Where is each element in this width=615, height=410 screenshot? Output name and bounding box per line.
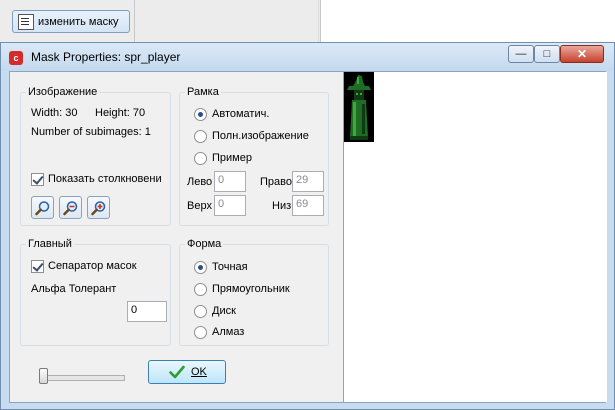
shape-disk-label[interactable]: Диск bbox=[212, 305, 236, 317]
dialog-client-area: Изображение Width: 30 Height: 70 Number … bbox=[9, 71, 607, 403]
bbox-top-field[interactable]: 0 bbox=[214, 195, 246, 216]
modify-mask-label: изменить маску bbox=[38, 15, 119, 28]
shape-rectangle-radio[interactable] bbox=[194, 283, 207, 296]
show-collision-checkbox[interactable] bbox=[31, 173, 44, 186]
subimages-count-text: Number of subimages: 1 bbox=[31, 126, 151, 138]
bbox-right-field[interactable]: 29 bbox=[292, 171, 324, 192]
image-width-text: Width: 30 bbox=[31, 107, 78, 119]
separate-masks-label[interactable]: Сепаратор масок bbox=[48, 260, 137, 272]
zoom-in-button[interactable] bbox=[87, 196, 110, 219]
maximize-button[interactable]: □ bbox=[534, 45, 560, 63]
bbox-top-label: Верх bbox=[187, 200, 212, 212]
ok-button-label: OK bbox=[191, 366, 207, 378]
window-title: Mask Properties: spr_player bbox=[31, 50, 181, 64]
close-icon: ✕ bbox=[576, 47, 588, 61]
background-panel bbox=[320, 0, 615, 44]
image-group-title: Изображение bbox=[26, 86, 100, 98]
alpha-tolerance-label: Альфа Толерант bbox=[31, 283, 117, 295]
app-icon: c bbox=[9, 51, 23, 65]
bbox-manual-label[interactable]: Пример bbox=[212, 152, 252, 164]
shape-rectangle-label[interactable]: Прямоугольник bbox=[212, 283, 290, 295]
separate-masks-checkbox[interactable] bbox=[31, 260, 44, 273]
image-height-text: Height: 70 bbox=[95, 107, 146, 119]
zoom-out-icon bbox=[63, 201, 78, 216]
sprite-preview bbox=[344, 72, 374, 142]
zoom-in-icon bbox=[91, 201, 106, 216]
image-group: Изображение Width: 30 Height: 70 Number … bbox=[20, 86, 171, 226]
alpha-tolerance-field[interactable]: 0 bbox=[127, 301, 167, 322]
shape-precise-radio[interactable] bbox=[194, 261, 207, 274]
magnifier-icon bbox=[35, 201, 50, 216]
background-toolbar: изменить маску bbox=[0, 0, 615, 44]
title-bar[interactable]: c Mask Properties: spr_player — □ ✕ bbox=[1, 43, 614, 71]
zoom-out-button[interactable] bbox=[59, 196, 82, 219]
shape-precise-label[interactable]: Точная bbox=[212, 261, 248, 273]
minimize-icon: — bbox=[515, 48, 527, 60]
list-icon bbox=[18, 13, 34, 30]
sprite-image bbox=[344, 72, 374, 142]
background-divider bbox=[318, 0, 319, 44]
checkmark-icon bbox=[169, 365, 185, 379]
bbox-left-label: Лево bbox=[187, 176, 213, 188]
modify-mask-button[interactable]: изменить маску bbox=[12, 10, 130, 33]
bbox-left-field[interactable]: 0 bbox=[214, 171, 246, 192]
zoom-reset-button[interactable] bbox=[31, 196, 54, 219]
show-collision-label[interactable]: Показать столкновени bbox=[48, 173, 170, 185]
bbox-manual-radio[interactable] bbox=[194, 152, 207, 165]
maximize-icon: □ bbox=[543, 48, 551, 60]
alpha-tolerance-slider-thumb[interactable] bbox=[39, 368, 48, 384]
alpha-tolerance-slider-track[interactable] bbox=[39, 375, 125, 381]
shape-group: Форма Точная Прямоугольник Диск Алмаз bbox=[179, 238, 329, 346]
general-group-title: Главный bbox=[26, 238, 74, 250]
shape-diamond-radio[interactable] bbox=[194, 326, 207, 339]
background-divider bbox=[134, 0, 135, 44]
minimize-button[interactable]: — bbox=[508, 45, 534, 63]
shape-group-title: Форма bbox=[185, 238, 224, 250]
bounding-box-group-title: Рамка bbox=[185, 86, 221, 98]
properties-pane: Изображение Width: 30 Height: 70 Number … bbox=[10, 72, 342, 402]
bbox-bottom-label: Низ bbox=[272, 200, 292, 212]
shape-diamond-label[interactable]: Алмаз bbox=[212, 326, 244, 338]
bbox-automatic-radio[interactable] bbox=[194, 108, 207, 121]
bbox-bottom-field[interactable]: 69 bbox=[292, 195, 324, 216]
bbox-full-image-label[interactable]: Полн.изображение bbox=[212, 130, 309, 142]
ok-button[interactable]: OK bbox=[148, 360, 226, 384]
bbox-automatic-label[interactable]: Автоматич. bbox=[212, 108, 269, 120]
bounding-box-group: Рамка Автоматич. Полн.изображение Пример… bbox=[179, 86, 329, 226]
close-button[interactable]: ✕ bbox=[560, 45, 604, 63]
shape-disk-radio[interactable] bbox=[194, 305, 207, 318]
general-group: Главный Сепаратор масок Альфа Толерант 0 bbox=[20, 238, 171, 346]
mask-preview-pane bbox=[343, 72, 607, 402]
mask-properties-window: c Mask Properties: spr_player — □ ✕ Изоб… bbox=[0, 42, 615, 410]
bbox-full-image-radio[interactable] bbox=[194, 130, 207, 143]
bbox-right-label: Право bbox=[260, 176, 292, 188]
